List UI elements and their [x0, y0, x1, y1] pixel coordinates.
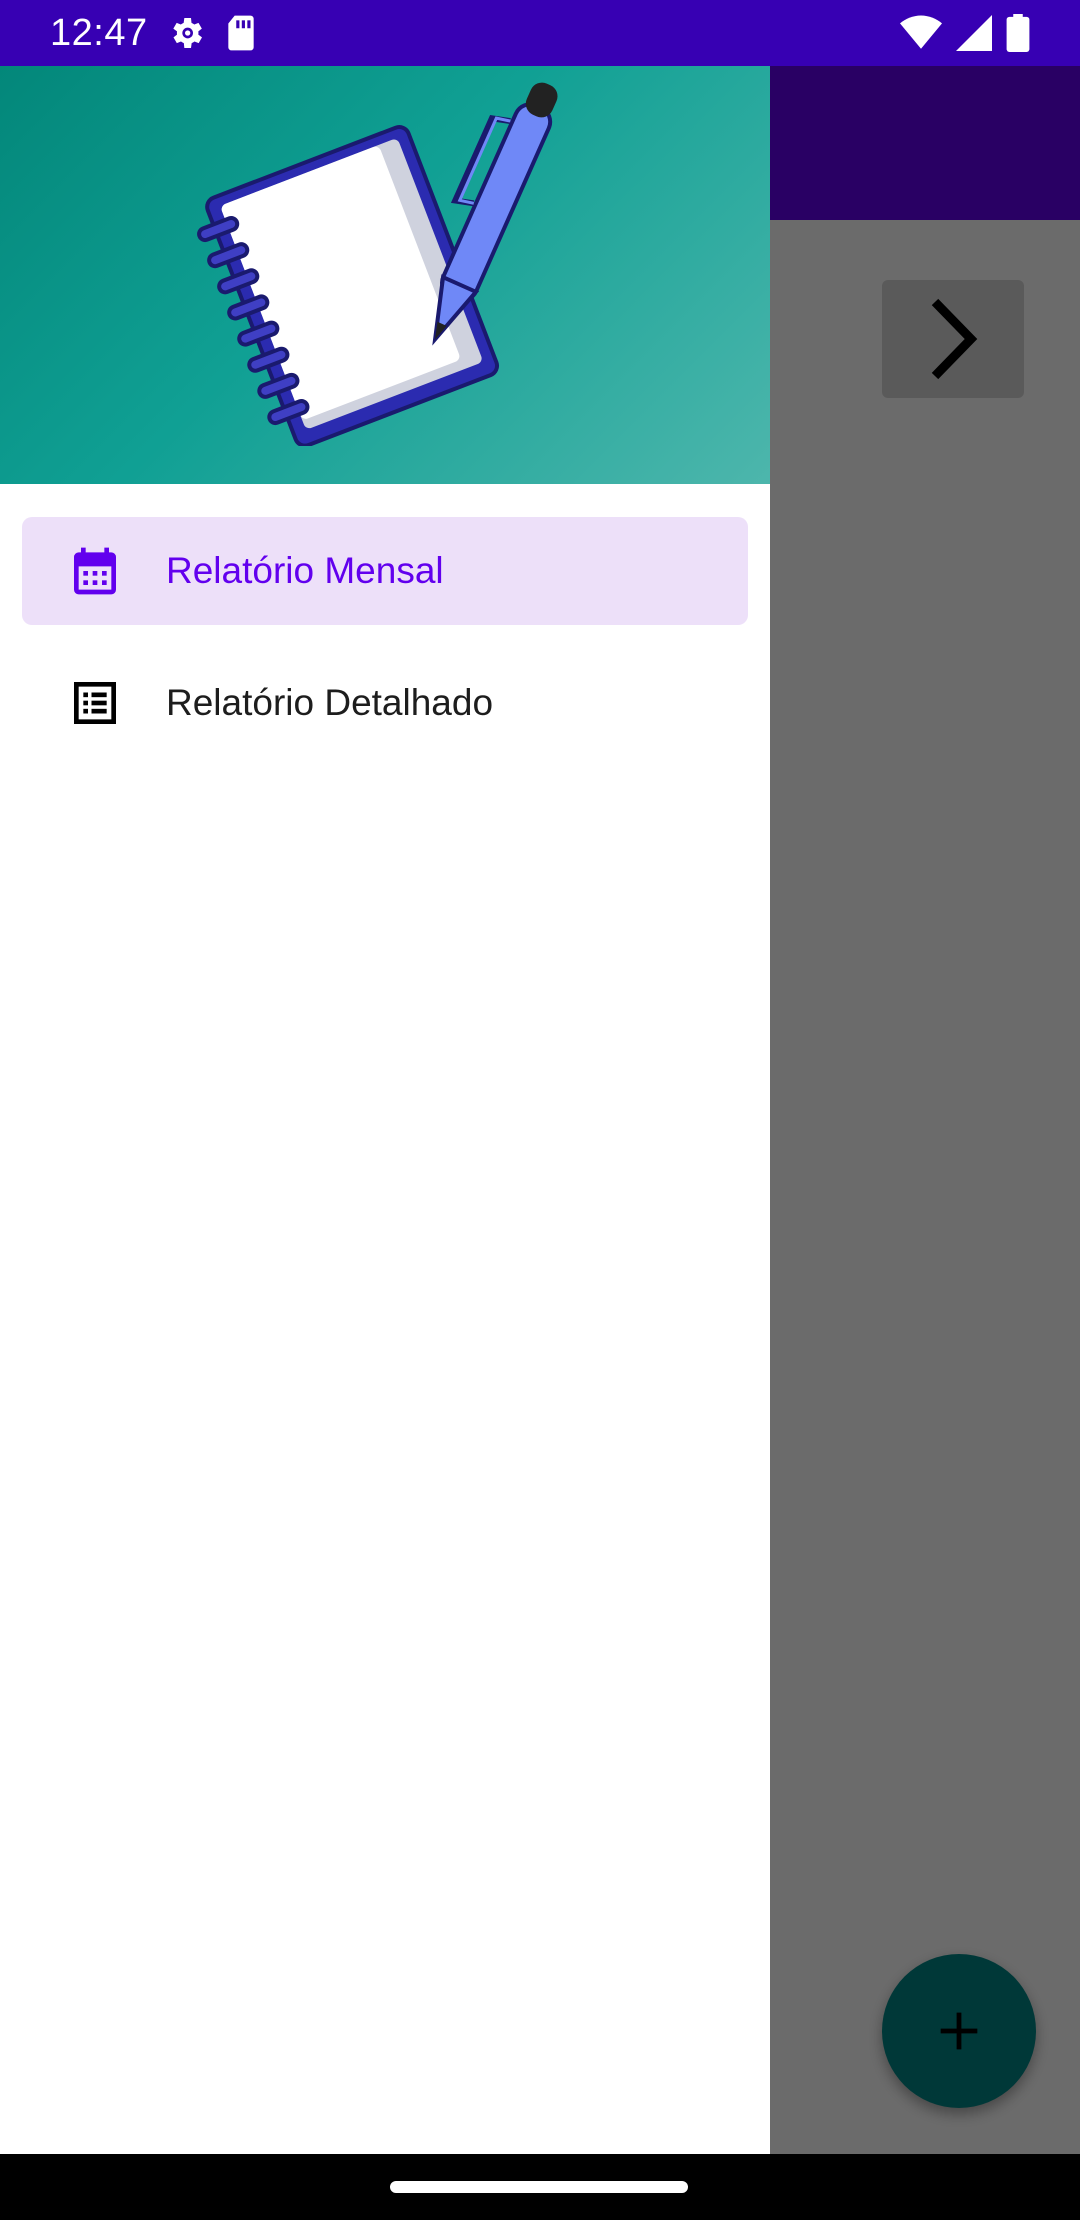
navigation-bar — [0, 2154, 1080, 2220]
status-bar: 12:47 — [0, 0, 1080, 66]
drawer-header — [0, 66, 770, 484]
calendar-icon — [74, 547, 116, 595]
status-left: 12:47 — [50, 12, 258, 55]
status-right — [900, 14, 1030, 52]
notebook-pen-logo — [197, 82, 558, 446]
drawer-item-label: Relatório Mensal — [166, 550, 444, 591]
home-gesture-handle[interactable] — [390, 2181, 688, 2193]
status-time: 12:47 — [50, 11, 148, 54]
drawer-item-relatorio-detalhado[interactable]: Relatório Detalhado — [22, 649, 748, 757]
cell-signal-icon — [956, 15, 992, 51]
drawer-item-label: Relatório Detalhado — [166, 682, 494, 723]
sd-card-icon — [224, 14, 258, 52]
settings-gear-icon — [166, 13, 206, 53]
navigation-drawer: Relatório Mensal Relatório Detalhado — [0, 66, 770, 2154]
list-document-icon — [74, 682, 116, 724]
wifi-icon — [900, 15, 942, 51]
drawer-item-relatorio-mensal[interactable]: Relatório Mensal — [22, 517, 748, 625]
screen: 12:47 Relatório Mensal Relatório Detalha… — [0, 0, 1080, 2220]
battery-icon — [1006, 14, 1030, 52]
